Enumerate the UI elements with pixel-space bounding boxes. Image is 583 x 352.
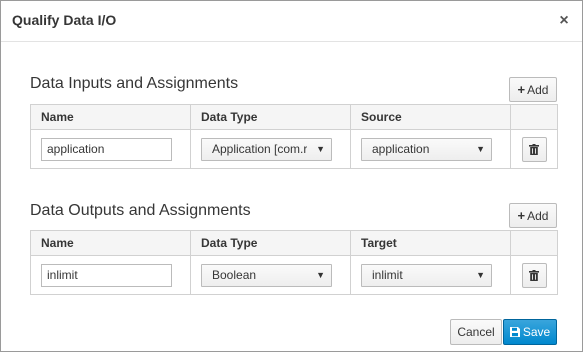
column-header-actions: [510, 104, 558, 130]
caret-down-icon: ▼: [476, 143, 485, 154]
close-icon[interactable]: ×: [555, 10, 573, 32]
delete-output-button[interactable]: [521, 262, 547, 288]
plus-icon: +: [517, 82, 526, 97]
add-output-label: Add: [527, 208, 549, 223]
caret-down-icon: ▼: [316, 269, 325, 280]
input-source-select[interactable]: application ▼: [361, 137, 492, 161]
data-outputs-title: Data Outputs and Assignments: [30, 202, 251, 219]
column-header-data-type: Data Type: [190, 104, 351, 130]
cancel-button[interactable]: Cancel: [450, 319, 502, 345]
caret-down-icon: ▼: [316, 143, 325, 154]
output-name-field[interactable]: [41, 263, 172, 287]
table-row: Boolean ▼ inlimit ▼: [30, 255, 558, 295]
column-header-name: Name: [30, 230, 191, 256]
data-inputs-table: Name Data Type Source Application [com.r…: [30, 104, 558, 169]
column-header-target: Target: [350, 230, 511, 256]
trash-icon: [529, 143, 539, 155]
delete-input-button[interactable]: [521, 136, 547, 162]
output-data-type-select[interactable]: Boolean ▼: [201, 263, 332, 287]
output-data-type-value: Boolean: [212, 267, 257, 282]
floppy-disk-icon: [509, 327, 520, 337]
input-data-type-select[interactable]: Application [com.r ▼: [201, 137, 332, 161]
input-name-field[interactable]: [41, 137, 172, 161]
qualify-data-io-dialog: Qualify Data I/O × Data Inputs and Assig…: [0, 0, 583, 352]
dialog-header: Qualify Data I/O ×: [1, 1, 582, 42]
save-button[interactable]: Save: [503, 319, 557, 345]
add-input-button[interactable]: + Add: [509, 77, 557, 102]
input-source-value: application: [372, 141, 430, 156]
data-inputs-title: Data Inputs and Assignments: [30, 75, 239, 92]
plus-icon: +: [517, 208, 526, 223]
table-header-row: Name Data Type Target: [30, 230, 558, 256]
column-header-data-type: Data Type: [190, 230, 351, 256]
dialog-title: Qualify Data I/O: [12, 12, 117, 28]
output-target-select[interactable]: inlimit ▼: [361, 263, 492, 287]
table-row: Application [com.r ▼ application ▼: [30, 129, 558, 169]
column-header-actions: [510, 230, 558, 256]
column-header-source: Source: [350, 104, 511, 130]
output-target-value: inlimit: [372, 267, 403, 282]
add-input-label: Add: [527, 82, 549, 97]
add-output-button[interactable]: + Add: [509, 203, 557, 228]
column-header-name: Name: [30, 104, 191, 130]
trash-icon: [529, 269, 539, 281]
input-data-type-value: Application [com.r: [212, 141, 308, 156]
save-label: Save: [522, 325, 551, 339]
caret-down-icon: ▼: [476, 269, 485, 280]
table-header-row: Name Data Type Source: [30, 104, 558, 130]
data-outputs-table: Name Data Type Target Boolean ▼ inlimit …: [30, 230, 558, 295]
